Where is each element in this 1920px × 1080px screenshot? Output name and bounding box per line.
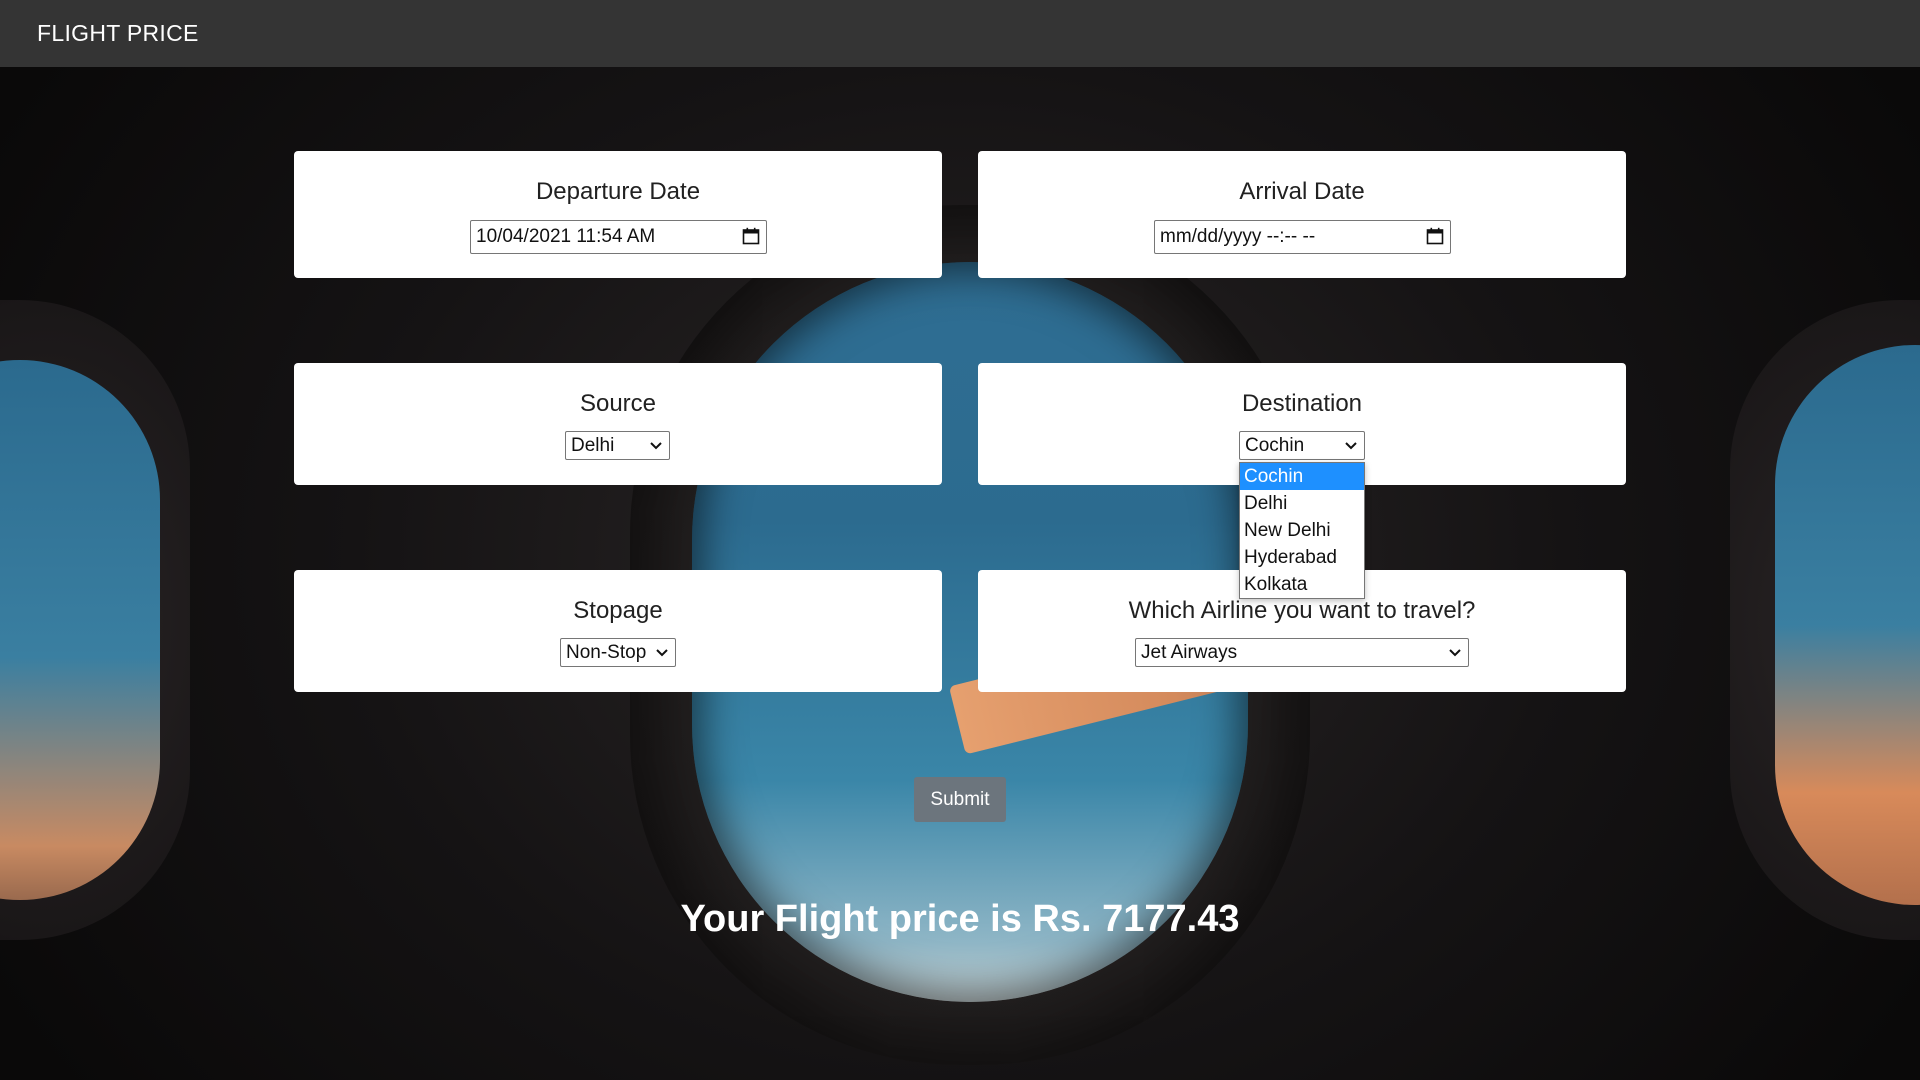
stopage-value: Non-Stop — [566, 642, 647, 663]
dropdown-option-cochin[interactable]: Cochin — [1240, 463, 1364, 490]
airline-select[interactable]: Jet Airways — [1135, 638, 1469, 667]
source-title: Source — [579, 390, 657, 417]
destination-select[interactable]: Cochin — [1239, 431, 1365, 460]
source-value: Delhi — [571, 435, 615, 456]
chevron-down-icon — [656, 649, 668, 657]
source-select[interactable]: Delhi — [565, 431, 670, 460]
dropdown-option-new-delhi[interactable]: New Delhi — [1240, 517, 1364, 544]
arrival-placeholder: mm/dd/yyyy --:-- -- — [1160, 226, 1316, 247]
chevron-down-icon — [650, 442, 662, 450]
airline-value: Jet Airways — [1141, 642, 1238, 663]
departure-datetime-input[interactable]: 10/04/2021 11:54 AM — [470, 220, 767, 254]
destination-value: Cochin — [1245, 435, 1305, 456]
stopage-card: Stopage Non-Stop — [294, 570, 942, 692]
departure-card: Departure Date 10/04/2021 11:54 AM — [294, 151, 942, 278]
departure-value: 10/04/2021 11:54 AM — [476, 226, 656, 247]
price-result: Your Flight price is Rs. 7177.43 — [680, 898, 1240, 940]
airline-title: Which Airline you want to travel? — [1128, 597, 1476, 624]
navbar: FLIGHT PRICE — [0, 0, 1920, 67]
destination-dropdown-list: Cochin Delhi New Delhi Hyderabad Kolkata — [1239, 462, 1365, 599]
brand-link[interactable]: FLIGHT PRICE — [37, 20, 199, 47]
arrival-title: Arrival Date — [1239, 178, 1365, 205]
submit-button[interactable]: Submit — [914, 777, 1006, 822]
calendar-icon[interactable] — [1426, 227, 1444, 245]
chevron-down-icon — [1345, 442, 1357, 450]
left-window-view — [0, 360, 160, 900]
destination-title: Destination — [1241, 390, 1363, 417]
dropdown-option-kolkata[interactable]: Kolkata — [1240, 571, 1364, 598]
chevron-down-icon — [1449, 649, 1461, 657]
right-window-view — [1775, 345, 1920, 905]
arrival-datetime-input[interactable]: mm/dd/yyyy --:-- -- — [1154, 220, 1451, 254]
stopage-select[interactable]: Non-Stop — [560, 638, 676, 667]
stopage-title: Stopage — [573, 597, 663, 624]
departure-title: Departure Date — [535, 178, 701, 205]
dropdown-option-hyderabad[interactable]: Hyderabad — [1240, 544, 1364, 571]
arrival-card: Arrival Date mm/dd/yyyy --:-- -- — [978, 151, 1626, 278]
source-card: Source Delhi — [294, 363, 942, 485]
dropdown-option-delhi[interactable]: Delhi — [1240, 490, 1364, 517]
calendar-icon[interactable] — [742, 227, 760, 245]
